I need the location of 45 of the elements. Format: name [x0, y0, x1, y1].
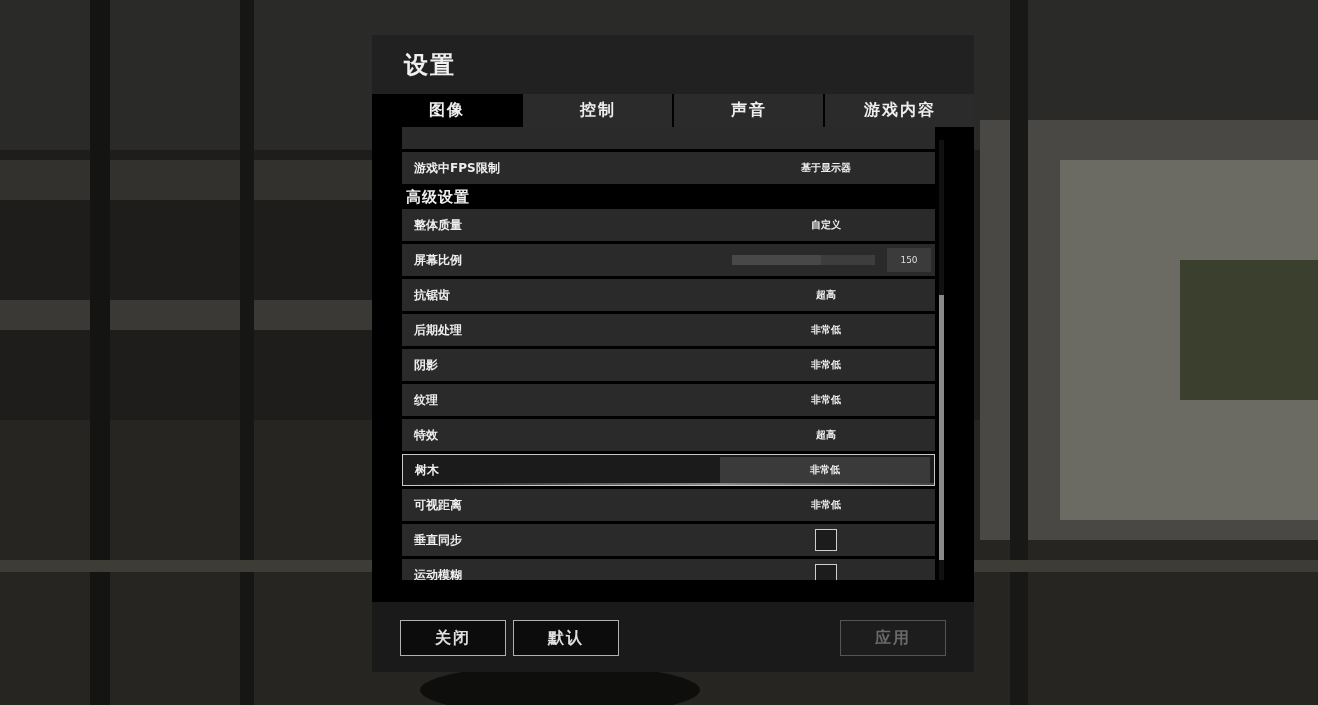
dialog-button[interactable]: 默认: [513, 620, 619, 656]
dialog-title: 设置: [404, 49, 456, 81]
setting-label: 可视距离: [413, 496, 463, 514]
slider-value-field[interactable]: 150: [887, 248, 931, 272]
setting-value[interactable]: 超高: [721, 282, 931, 308]
setting-value[interactable]: 非常低: [721, 317, 931, 343]
setting-label: 整体质量: [413, 216, 463, 234]
settings-row[interactable]: 抗锯齿 超高: [402, 279, 935, 311]
settings-row[interactable]: 可视距离 非常低: [402, 489, 935, 521]
settings-row[interactable]: 运动模糊: [402, 559, 935, 580]
tab[interactable]: 游戏内容: [825, 94, 974, 127]
setting-value[interactable]: 非常低: [721, 352, 931, 378]
tab[interactable]: 控制: [523, 94, 672, 127]
settings-row[interactable]: 垂直同步: [402, 524, 935, 556]
setting-label: 游戏中FPS限制: [413, 159, 501, 177]
setting-label: 纹理: [413, 391, 439, 409]
setting-label: 运动模糊: [413, 566, 463, 580]
setting-value[interactable]: 非常低: [720, 457, 930, 483]
setting-label: 屏幕比例: [413, 251, 463, 269]
setting-value[interactable]: 非常低: [721, 387, 931, 413]
setting-label: 后期处理: [413, 321, 463, 339]
settings-row[interactable]: 阴影 非常低: [402, 349, 935, 381]
settings-row[interactable]: 游戏中FPS限制 基于显示器: [402, 152, 935, 184]
settings-row[interactable]: 纹理 非常低: [402, 384, 935, 416]
setting-label: 特效: [413, 426, 439, 444]
settings-row[interactable]: 特效 超高: [402, 419, 935, 451]
setting-value[interactable]: 基于显示器: [721, 155, 931, 181]
section-heading: 高级设置: [405, 187, 471, 208]
settings-row[interactable]: 屏幕比例 150: [402, 244, 935, 276]
setting-value[interactable]: 自定义: [721, 212, 931, 238]
dialog-button[interactable]: 关闭: [400, 620, 506, 656]
setting-value[interactable]: 非常低: [721, 492, 931, 518]
scrollbar[interactable]: [939, 140, 944, 580]
setting-value[interactable]: 超高: [721, 422, 931, 448]
checkbox[interactable]: [815, 529, 837, 551]
setting-label: 垂直同步: [413, 531, 463, 549]
settings-row[interactable]: 树木 非常低: [402, 454, 935, 486]
tab[interactable]: 声音: [674, 94, 823, 127]
settings-row[interactable]: 后期处理 非常低: [402, 314, 935, 346]
slider-track[interactable]: [732, 255, 875, 265]
checkbox[interactable]: [815, 564, 837, 580]
settings-row[interactable]: 整体质量 自定义: [402, 209, 935, 241]
setting-label: 阴影: [413, 356, 439, 374]
setting-label: 抗锯齿: [413, 286, 451, 304]
setting-label: 树木: [414, 461, 440, 479]
